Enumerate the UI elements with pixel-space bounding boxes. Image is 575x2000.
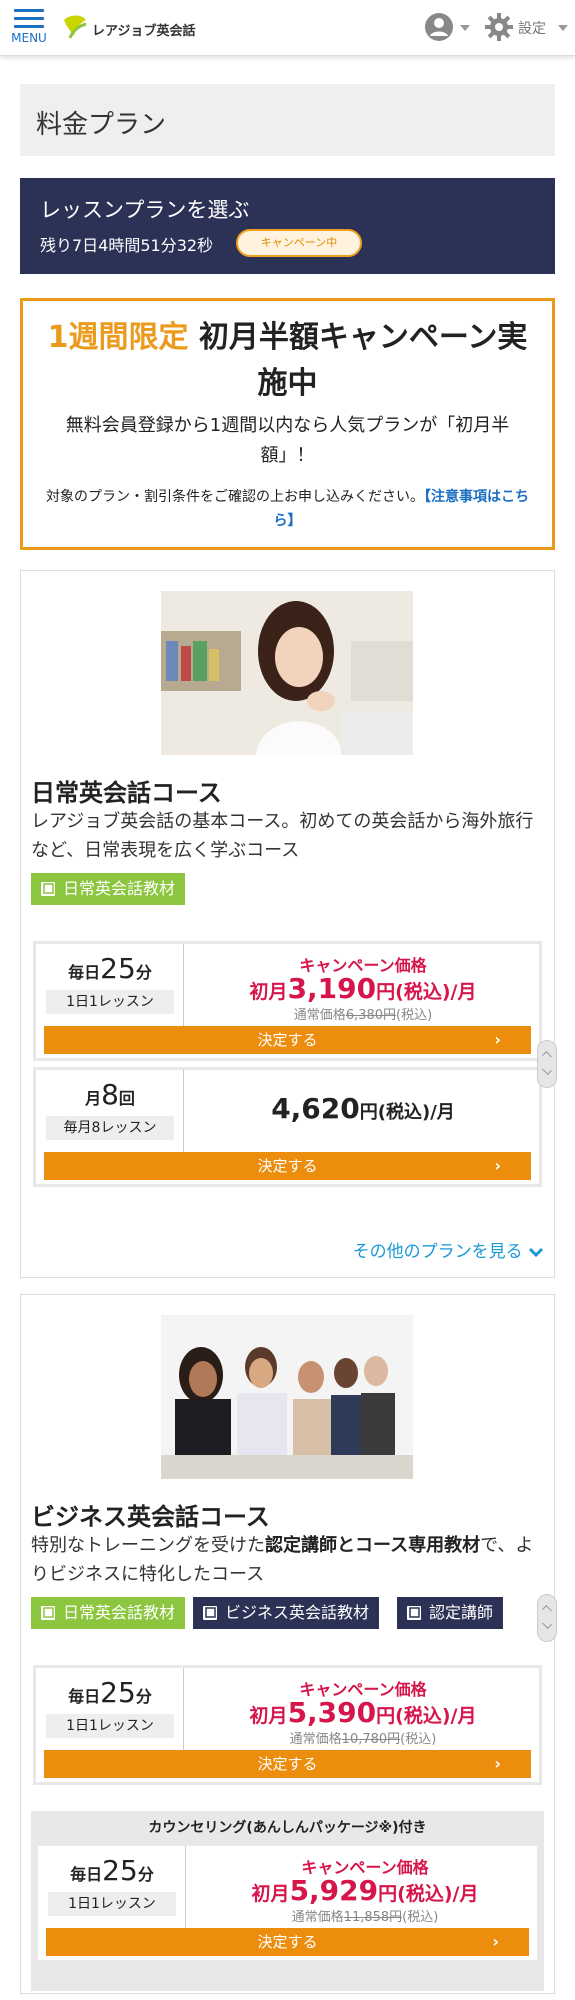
business-group-photo (161, 1315, 413, 1479)
gear-icon (485, 13, 513, 41)
menu-label: MENU (11, 31, 47, 45)
campaign-headline-highlight: 1週間限定 (47, 320, 189, 355)
top-header: MENU レアジョブ英会話 設定 (0, 0, 575, 56)
user-icon (425, 13, 453, 41)
plan-frequency: 毎日25分 (70, 1854, 154, 1887)
chevron-up-icon (542, 1051, 552, 1061)
campaign-subtext: 無料会員登録から1週間以内なら人気プランが「初月半額」！ (65, 415, 510, 466)
decide-button[interactable]: 決定する › (44, 1750, 531, 1778)
chevron-down-icon (542, 1619, 552, 1629)
course-title: 日常英会話コース (31, 779, 222, 807)
campaign-headline-text: 初月半額キャンペーン実施中 (188, 320, 528, 401)
campaign-price: 初月5,929円(税込)/月 (251, 1874, 479, 1907)
plan-lesson-count: 1日1レッスン (46, 1714, 174, 1738)
course-description: レアジョブ英会話の基本コース。初めての英会話から海外旅行など、日常表現を広く学ぶ… (31, 811, 534, 861)
plan-frequency: 毎日25分 (68, 1676, 152, 1709)
plan-lesson-count: 1日1レッスン (46, 990, 174, 1014)
plan-price: 4,620円(税込)/月 (271, 1092, 455, 1125)
lesson-plan-header: レッスンプランを選ぶ 残り7日4時間51分32秒 キャンペーン中 (20, 178, 555, 274)
hamburger-icon (14, 9, 44, 28)
counseling-header: カウンセリング(あんしんパッケージ※)付き (148, 1820, 427, 1836)
chevron-right-icon: › (492, 1932, 499, 1951)
page-title-box: 料金プラン (20, 84, 555, 156)
book-icon (41, 882, 55, 896)
campaign-note-text: 対象のプラン・割引条件をご確認の上お申し込みください。 (46, 489, 424, 505)
chevron-down-icon (460, 25, 470, 31)
regular-price: 通常価格10,780円(税込) (289, 1732, 437, 1747)
course-title: ビジネス英会話コース (31, 1503, 270, 1531)
decide-button[interactable]: 決定する › (44, 1026, 531, 1054)
settings-label: 設定 (518, 21, 546, 37)
logo[interactable]: レアジョブ英会話 (58, 8, 198, 48)
page-title: 料金プラン (36, 110, 167, 140)
decide-button[interactable]: 決定する › (46, 1928, 529, 1956)
course-description: 特別なトレーニングを受けた認定講師とコース専用教材で、よりビジネスに特化したコー… (31, 1535, 534, 1585)
plan-box: 月8回 毎月8レッスン 4,620円(税込)/月 決定する › (33, 1067, 542, 1187)
logo-leaf-icon (64, 15, 87, 39)
more-plans-link[interactable]: その他のプランを見る (353, 1237, 544, 1262)
chevron-down-icon (528, 1247, 544, 1258)
logo-text: レアジョブ英会話 (92, 24, 196, 39)
chevron-right-icon: › (494, 1754, 501, 1773)
scroll-handle[interactable] (537, 1040, 557, 1088)
plan-frequency-cell: 月8回 毎月8レッスン (36, 1070, 184, 1154)
campaign-badge: キャンペーン中 (236, 229, 362, 257)
tag-label: ビジネス英会話教材 (225, 1603, 370, 1622)
decide-button[interactable]: 決定する › (44, 1152, 531, 1180)
tag-business-material: ビジネス英会話教材 (193, 1597, 380, 1629)
plan-bar-title: レッスンプランを選ぶ (40, 198, 250, 222)
campaign-price: 初月5,390円(税込)/月 (249, 1696, 477, 1729)
tag-daily-material: 日常英会話教材 (31, 873, 186, 905)
menu-button[interactable]: MENU (6, 4, 52, 50)
account-menu[interactable] (424, 12, 472, 44)
plan-lesson-count: 1日1レッスン (48, 1892, 176, 1916)
plan-lesson-count: 毎月8レッスン (46, 1116, 174, 1140)
plan-frequency-cell: 毎日25分 1日1レッスン (38, 1846, 186, 1930)
course-card-daily: 日常英会話コース レアジョブ英会話の基本コース。初めての英会話から海外旅行など、… (20, 570, 555, 1278)
plan-frequency: 月8回 (85, 1078, 135, 1111)
tag-label: 認定講師 (429, 1603, 494, 1622)
campaign-headline: 1週間限定 初月半額キャンペーン実施中 (33, 315, 542, 407)
regular-price: 通常価格6,380円(税込) (293, 1008, 433, 1023)
campaign-note: 対象のプラン・割引条件をご確認の上お申し込みください。【注意事項はこちら】 (37, 485, 538, 533)
plan-box: 毎日25分 1日1レッスン キャンペーン価格 初月3,190円(税込)/月 通常… (33, 941, 542, 1061)
tag-label: 日常英会話教材 (63, 879, 176, 898)
counseling-package: カウンセリング(あんしんパッケージ※)付き 毎日25分 1日1レッスン キャンペ… (31, 1811, 544, 1991)
book-icon (203, 1606, 217, 1620)
chevron-up-icon (542, 1605, 552, 1615)
tag-label: 日常英会話教材 (63, 1603, 176, 1622)
scroll-handle[interactable] (537, 1594, 557, 1642)
tag-daily-material: 日常英会話教材 (31, 1597, 186, 1629)
chevron-right-icon: › (494, 1030, 501, 1049)
course-image-business (161, 1315, 413, 1479)
course-image-daily (161, 591, 413, 755)
book-icon (407, 1606, 421, 1620)
plan-frequency-cell: 毎日25分 1日1レッスン (36, 944, 184, 1028)
plan-frequency-cell: 毎日25分 1日1レッスン (36, 1668, 184, 1752)
book-icon (41, 1606, 55, 1620)
campaign-banner: 1週間限定 初月半額キャンペーン実施中 無料会員登録から1週間以内なら人気プラン… (20, 298, 555, 550)
campaign-price: 初月3,190円(税込)/月 (249, 972, 477, 1005)
campaign-countdown: 残り7日4時間51分32秒 (40, 236, 214, 255)
settings-menu[interactable]: 設定 (482, 12, 572, 44)
plan-box: 毎日25分 1日1レッスン キャンペーン価格 初月5,390円(税込)/月 通常… (33, 1665, 542, 1785)
plan-box: 毎日25分 1日1レッスン キャンペーン価格 初月5,929円(税込)/月 通常… (35, 1843, 540, 1963)
chevron-right-icon: › (494, 1156, 501, 1175)
plan-frequency: 毎日25分 (68, 952, 152, 985)
woman-smiling-photo (161, 591, 413, 755)
chevron-down-icon (558, 25, 568, 31)
course-card-business: ビジネス英会話コース 特別なトレーニングを受けた認定講師とコース専用教材で、より… (20, 1294, 555, 1994)
chevron-down-icon (542, 1065, 552, 1075)
tag-certified-teacher: 認定講師 (397, 1597, 504, 1629)
regular-price: 通常価格11,858円(税込) (291, 1910, 439, 1925)
